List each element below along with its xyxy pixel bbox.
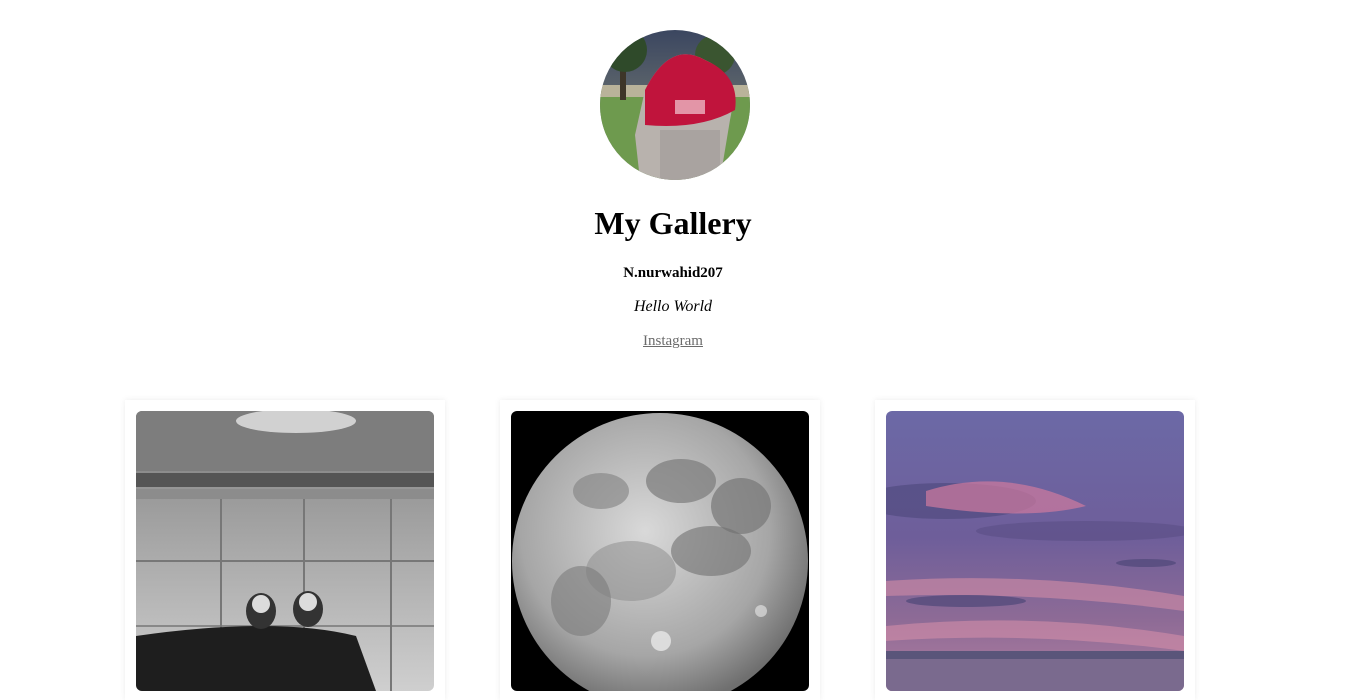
gallery-card[interactable] [875, 400, 1195, 700]
profile-username: N.nurwahid207 [623, 265, 723, 281]
gallery-image[interactable] [136, 411, 434, 691]
gallery-card[interactable] [125, 400, 445, 700]
page-title: My Gallery [594, 205, 752, 241]
gallery-image[interactable] [511, 411, 809, 691]
gallery-card[interactable] [500, 400, 820, 700]
profile-tagline: Hello World [633, 298, 713, 315]
profile-avatar [600, 30, 750, 180]
gallery-image[interactable] [886, 411, 1184, 691]
instagram-link[interactable]: Instagram [643, 333, 703, 349]
profile-links: Instagram [0, 331, 1346, 351]
